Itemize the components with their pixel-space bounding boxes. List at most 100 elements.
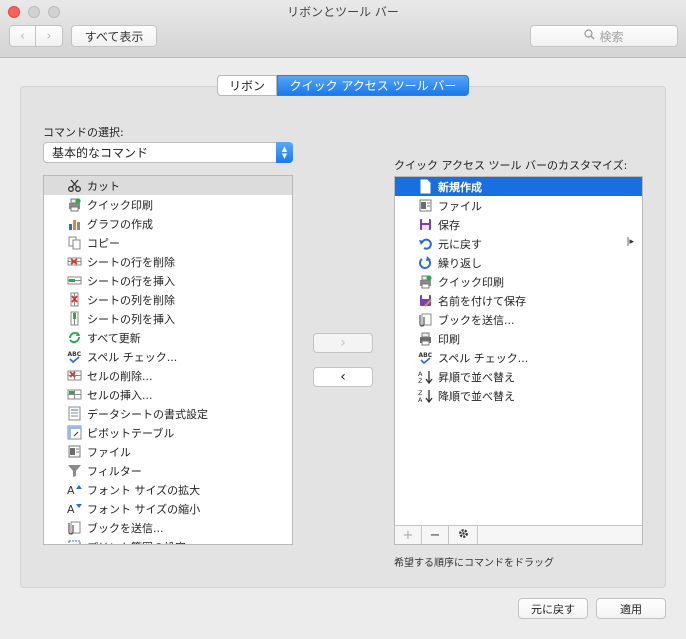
command-list-item[interactable]: プリント範囲の設定: [44, 537, 292, 544]
command-list-item-label: コピー: [87, 236, 120, 250]
scissors-icon: [67, 178, 82, 193]
copy-icon: [67, 235, 82, 250]
command-list-item-label: セルの挿入...: [87, 388, 153, 402]
command-list-item[interactable]: ファイル: [44, 442, 292, 461]
available-commands-list[interactable]: カット クイック印刷 グラフの作成 コピー シートの行を削除 シートの行を挿入 シートの列を…: [43, 175, 293, 545]
command-list-item[interactable]: シートの行を挿入: [44, 271, 292, 290]
command-list-item-label: ブックを送信...: [87, 521, 164, 535]
command-list-item-label: フォント サイズの縮小: [87, 502, 201, 516]
command-list-item[interactable]: すべて更新: [44, 328, 292, 347]
sort-ascending-icon: AZ: [418, 369, 433, 384]
command-list-item-label: ファイル: [87, 445, 131, 459]
qat-list-item[interactable]: ブックを送信...: [395, 310, 642, 329]
svg-text:A: A: [67, 503, 75, 516]
command-list-item[interactable]: フィルター: [44, 461, 292, 480]
command-list-item-label: すべて更新: [87, 331, 141, 345]
show-all-button[interactable]: すべて表示: [71, 25, 157, 47]
qat-commands-list[interactable]: 新規作成ファイル保存元に戻す |▸ 繰り返しクイック印刷名前を付けて保存ブックを送信…: [394, 176, 643, 545]
command-list-item[interactable]: シートの列を挿入: [44, 309, 292, 328]
command-list-item[interactable]: ブックを送信...: [44, 518, 292, 537]
command-list-item[interactable]: データシートの書式設定: [44, 404, 292, 423]
title-bar: リボンとツール バー ‹ › すべて表示 検索: [0, 0, 686, 58]
command-list-item-label: セルの削除...: [87, 369, 153, 383]
options-button[interactable]: [449, 526, 478, 544]
command-list-item[interactable]: A フォント サイズの縮小: [44, 499, 292, 518]
commands-chooser-label: コマンドの選択:: [43, 126, 124, 139]
search-placeholder: 検索: [599, 29, 624, 44]
command-list-item[interactable]: コピー: [44, 233, 292, 252]
command-list-item[interactable]: ABC スペル チェック...: [44, 347, 292, 366]
svg-text:A: A: [418, 396, 423, 403]
redo-icon: [418, 255, 433, 270]
qat-list-item[interactable]: 印刷: [395, 329, 642, 348]
send-workbook-icon: [418, 312, 433, 327]
qat-list-item[interactable]: 元に戻す |▸: [395, 234, 642, 253]
remove-item-button[interactable]: −: [422, 526, 449, 544]
command-list-item[interactable]: カット: [44, 176, 292, 195]
qat-list-item[interactable]: Z A 降順で並べ替え: [395, 386, 642, 405]
qat-list-item-label: スペル チェック...: [438, 351, 529, 365]
save-icon: [418, 217, 433, 232]
delete-column-icon: [67, 292, 82, 307]
tab-quick-access-toolbar[interactable]: クイック アクセス ツール バー: [277, 75, 469, 96]
command-list-item[interactable]: シートの列を削除: [44, 290, 292, 309]
pivot-table-icon: [67, 425, 82, 440]
quick-print-icon: [67, 197, 82, 212]
svg-text:A: A: [67, 484, 75, 497]
back-button[interactable]: ‹: [9, 25, 36, 47]
remove-from-toolbar-button[interactable]: ‹: [313, 367, 373, 387]
qat-list-item-label: ファイル: [438, 199, 482, 213]
qat-list-item[interactable]: 名前を付けて保存: [395, 291, 642, 310]
commands-chooser-value: 基本的なコマンド: [52, 146, 149, 160]
svg-text:Z: Z: [418, 377, 423, 384]
search-icon: [584, 29, 595, 43]
list-edit-bar: + −: [395, 525, 642, 544]
svg-text:ABC: ABC: [68, 351, 82, 358]
plus-icon: +: [402, 527, 414, 543]
search-field[interactable]: 検索: [530, 25, 678, 47]
reset-button[interactable]: 元に戻す: [518, 598, 588, 619]
command-list-item-label: シートの列を挿入: [87, 312, 175, 326]
command-list-item[interactable]: シートの行を削除: [44, 252, 292, 271]
qat-list-item[interactable]: 保存: [395, 215, 642, 234]
updown-chevron-icon: ▲ ▼: [276, 142, 293, 163]
tab-ribbon[interactable]: リボン: [217, 75, 277, 96]
commands-chooser-popup[interactable]: 基本的なコマンド ▲ ▼: [43, 142, 293, 163]
file-icon: [67, 444, 82, 459]
qat-list-item-label: 印刷: [438, 332, 460, 346]
qat-list-item[interactable]: 新規作成: [395, 177, 642, 196]
command-list-item[interactable]: グラフの作成: [44, 214, 292, 233]
submenu-triangle-icon[interactable]: |▸: [626, 237, 634, 247]
add-item-button[interactable]: +: [395, 526, 422, 544]
chevron-right-icon: ›: [46, 28, 52, 44]
command-list-item[interactable]: セルの挿入...: [44, 385, 292, 404]
qat-list-item[interactable]: 繰り返し: [395, 253, 642, 272]
qat-list-item[interactable]: ABC スペル チェック...: [395, 348, 642, 367]
font-grow-icon: A: [67, 482, 82, 497]
command-list-item[interactable]: セルの削除...: [44, 366, 292, 385]
drag-hint-text: 希望する順序にコマンドをドラッグ: [394, 558, 554, 569]
quick-print-icon: [418, 274, 433, 289]
qat-list-item-label: 元に戻す: [438, 237, 482, 251]
command-list-item[interactable]: ピボットテーブル: [44, 423, 292, 442]
qat-customize-label: クイック アクセス ツール バーのカスタマイズ:: [394, 159, 628, 172]
delete-cells-icon: [67, 368, 82, 383]
qat-list-item-label: 保存: [438, 218, 460, 232]
command-list-item-label: シートの行を削除: [87, 255, 175, 269]
file-icon: [418, 198, 433, 213]
qat-list-item-label: 名前を付けて保存: [438, 294, 526, 308]
qat-list-item-label: クイック印刷: [438, 275, 504, 289]
qat-list-item-label: 繰り返し: [438, 256, 482, 270]
command-list-item[interactable]: A フォント サイズの拡大: [44, 480, 292, 499]
add-to-toolbar-button[interactable]: ›: [313, 333, 373, 353]
qat-list-item-label: 昇順で並べ替え: [438, 370, 515, 384]
apply-button[interactable]: 適用: [596, 598, 666, 619]
command-list-item[interactable]: クイック印刷: [44, 195, 292, 214]
command-list-item-label: クイック印刷: [87, 198, 153, 212]
insert-row-icon: [67, 273, 82, 288]
sort-descending-icon: ZA: [418, 388, 433, 403]
qat-list-item[interactable]: ファイル: [395, 196, 642, 215]
qat-list-item[interactable]: クイック印刷: [395, 272, 642, 291]
qat-list-item[interactable]: A Z 昇順で並べ替え: [395, 367, 642, 386]
forward-button[interactable]: ›: [35, 25, 63, 47]
